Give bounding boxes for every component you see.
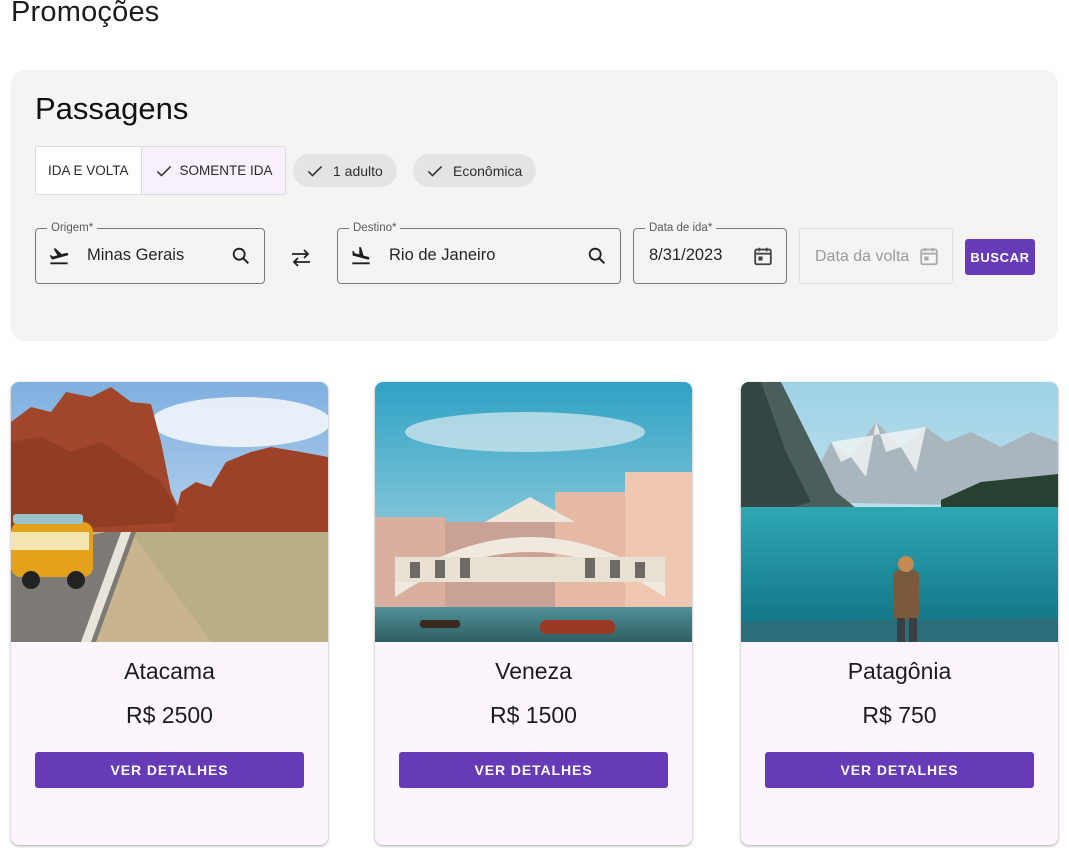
view-details-button[interactable]: VER DETALHES xyxy=(765,752,1034,788)
destination-price: R$ 1500 xyxy=(490,702,577,728)
destination-label: Destino* xyxy=(349,221,401,235)
destination-price: R$ 2500 xyxy=(126,702,213,728)
return-date-field: Data da volta xyxy=(799,228,953,284)
calendar-icon[interactable] xyxy=(752,245,774,267)
destination-field[interactable]: Destino* Rio de Janeiro xyxy=(337,221,621,284)
trip-type-toggle: IDA E VOLTA SOMENTE IDA xyxy=(35,146,286,195)
check-icon xyxy=(156,165,171,177)
one-way-option[interactable]: SOMENTE IDA xyxy=(140,147,285,194)
cabin-class-chip[interactable]: Econômica xyxy=(413,154,537,187)
departure-date-field[interactable]: Data de ida* 8/31/2023 xyxy=(633,221,787,284)
swap-icon[interactable] xyxy=(289,246,313,270)
promotion-card: Patagônia R$ 750 VER DETALHES xyxy=(741,382,1058,845)
departure-date-value: 8/31/2023 xyxy=(649,246,723,264)
search-icon[interactable] xyxy=(230,245,252,267)
check-icon xyxy=(307,165,323,177)
destination-name: Patagônia xyxy=(847,658,952,684)
airplane-departure-icon xyxy=(49,248,69,265)
search-icon[interactable] xyxy=(586,245,608,267)
calendar-icon xyxy=(920,247,938,266)
cabin-class-label: Econômica xyxy=(453,162,523,179)
destination-photo xyxy=(741,382,1058,642)
destination-name: Atacama xyxy=(124,658,215,684)
origin-field[interactable]: Origem* Minas Gerais xyxy=(35,221,265,284)
panel-title: Passagens xyxy=(35,91,189,126)
destination-name: Veneza xyxy=(495,658,572,684)
round-trip-option[interactable]: IDA E VOLTA xyxy=(36,147,141,194)
return-date-placeholder: Data da volta xyxy=(815,248,910,265)
destination-value: Rio de Janeiro xyxy=(389,246,496,264)
departure-date-label: Data de ida* xyxy=(645,221,717,235)
passengers-label: 1 adulto xyxy=(333,162,383,179)
destination-price: R$ 750 xyxy=(862,702,937,728)
search-button[interactable]: BUSCAR xyxy=(965,239,1035,275)
flight-search-panel: Passagens IDA E VOLTA SOMENTE IDA 1 adul… xyxy=(11,70,1058,341)
destination-photo xyxy=(375,382,692,642)
view-details-button[interactable]: VER DETALHES xyxy=(35,752,304,788)
promotion-card: Veneza R$ 1500 VER DETALHES xyxy=(375,382,692,845)
origin-value: Minas Gerais xyxy=(87,246,185,264)
page-title: Promoções xyxy=(11,0,160,28)
passengers-chip[interactable]: 1 adulto xyxy=(293,154,397,187)
check-icon xyxy=(427,165,443,177)
view-details-button[interactable]: VER DETALHES xyxy=(399,752,668,788)
round-trip-label: IDA E VOLTA xyxy=(48,163,129,178)
destination-photo xyxy=(11,382,328,642)
promotion-card: Atacama R$ 2500 VER DETALHES xyxy=(11,382,328,845)
origin-label: Origem* xyxy=(47,221,98,235)
airplane-arrival-icon xyxy=(352,246,370,265)
one-way-label: SOMENTE IDA xyxy=(179,163,273,178)
